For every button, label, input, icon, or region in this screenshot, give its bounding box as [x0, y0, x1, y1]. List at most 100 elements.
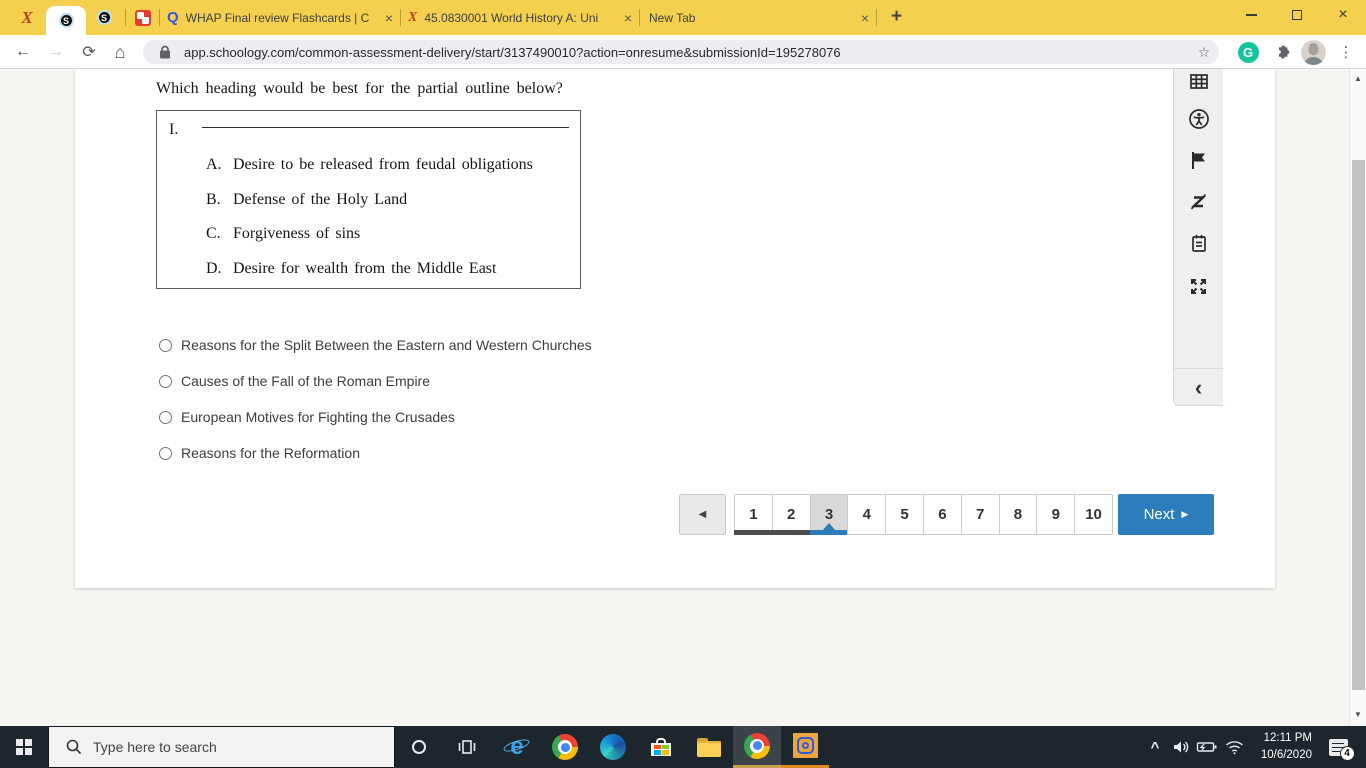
fullscreen-icon: [1191, 278, 1206, 294]
next-arrow-icon: ▶: [1181, 509, 1189, 519]
tray-expand-button[interactable]: ^: [1142, 726, 1168, 768]
scrollbar: ▲ ▼: [1349, 69, 1366, 726]
page-button-9[interactable]: 9: [1036, 494, 1076, 535]
outline-letter: C.: [206, 225, 221, 242]
flag-question-button[interactable]: [1174, 147, 1223, 173]
radio-button[interactable]: [159, 410, 172, 424]
chrome-menu-button[interactable]: ⋮: [1335, 39, 1357, 65]
choice-label: European Motives for Fighting the Crusad…: [181, 409, 455, 425]
page-button-2[interactable]: 2: [771, 494, 811, 535]
accessibility-button[interactable]: [1174, 106, 1223, 132]
tab-separator: [125, 9, 126, 26]
speaker-icon: [1174, 741, 1189, 753]
bookmark-star-icon[interactable]: ☆: [1189, 44, 1219, 61]
maximize-button[interactable]: [1274, 0, 1320, 30]
edge-button[interactable]: [589, 726, 637, 768]
back-button[interactable]: ←: [8, 35, 38, 69]
outline-blank-line: [202, 127, 569, 128]
pinned-tab-x[interactable]: X: [10, 0, 44, 35]
internet-explorer-button[interactable]: e: [493, 726, 541, 768]
pinned-tab-schoology-active[interactable]: S: [46, 6, 86, 35]
notification-center-button[interactable]: 4: [1318, 726, 1358, 768]
battery-button[interactable]: [1194, 726, 1220, 768]
chrome-active-button[interactable]: [733, 726, 781, 768]
cortana-button[interactable]: [395, 726, 443, 768]
scrollbar-thumb[interactable]: [1352, 160, 1365, 690]
file-explorer-icon: [697, 737, 721, 757]
start-button[interactable]: [0, 726, 48, 768]
grammarly-extension-button[interactable]: G: [1237, 39, 1259, 65]
notes-button[interactable]: [1174, 230, 1223, 256]
home-button[interactable]: ⌂: [105, 35, 135, 69]
answer-choice-3[interactable]: European Motives for Fighting the Crusad…: [159, 407, 455, 427]
volume-button[interactable]: [1168, 726, 1194, 768]
outline-item: B. Defense of the Holy Land: [206, 191, 407, 209]
notification-icon: 4: [1328, 738, 1355, 761]
minimize-icon: [1245, 14, 1257, 16]
taskbar-clock[interactable]: 12:11 PM 10/6/2020: [1261, 726, 1312, 768]
task-view-button[interactable]: [443, 726, 491, 768]
tab-separator: [639, 9, 640, 26]
page-button-7[interactable]: 7: [960, 494, 1000, 535]
microsoft-store-button[interactable]: [637, 726, 685, 768]
chrome-icon: [552, 734, 578, 760]
extensions-button[interactable]: [1269, 39, 1293, 65]
tab-world-history[interactable]: X 45.0830001 World History A: Uni ×: [408, 0, 634, 35]
x-logo-icon: X: [408, 9, 418, 25]
answer-choice-4[interactable]: Reasons for the Reformation: [159, 443, 360, 463]
file-explorer-button[interactable]: [685, 726, 733, 768]
close-button[interactable]: ×: [1320, 0, 1366, 30]
notes-icon: [1191, 235, 1206, 252]
wifi-icon: [1225, 740, 1243, 754]
tab-whap-flashcards[interactable]: Q WHAP Final review Flashcards | C ×: [167, 0, 395, 35]
collapse-panel-button[interactable]: ‹: [1174, 372, 1223, 404]
tab-close-icon[interactable]: ×: [383, 10, 395, 26]
x-logo-icon: X: [21, 7, 33, 27]
page-button-8[interactable]: 8: [998, 494, 1038, 535]
tab-close-icon[interactable]: ×: [622, 10, 634, 26]
answer-eliminator-button[interactable]: [1174, 188, 1223, 214]
page-button-6[interactable]: 6: [922, 494, 962, 535]
reload-button[interactable]: ⟳: [74, 35, 104, 69]
radio-button[interactable]: [159, 446, 172, 460]
kebab-menu-icon: ⋮: [1338, 44, 1354, 61]
schoology-icon: S: [96, 10, 112, 25]
address-bar[interactable]: app.schoology.com/common-assessment-deli…: [143, 40, 1219, 64]
question-card: Which heading would be best for the part…: [75, 69, 1275, 588]
page-button-4[interactable]: 4: [847, 494, 887, 535]
radio-button[interactable]: [159, 374, 172, 388]
answer-choice-2[interactable]: Causes of the Fall of the Roman Empire: [159, 371, 430, 391]
forward-button[interactable]: →: [41, 35, 71, 69]
search-input[interactable]: [93, 739, 343, 755]
camera-app-button[interactable]: [781, 726, 829, 768]
new-tab-button[interactable]: +: [891, 7, 902, 27]
radio-button[interactable]: [159, 338, 172, 352]
chrome-button[interactable]: [541, 726, 589, 768]
tab-new-tab[interactable]: New Tab ×: [649, 0, 871, 35]
profile-avatar[interactable]: [1300, 39, 1326, 65]
clock-time: 12:11 PM: [1263, 732, 1312, 745]
wifi-button[interactable]: [1220, 726, 1248, 768]
previous-page-button[interactable]: ◀: [679, 494, 726, 535]
pinned-tab-schoology[interactable]: S: [88, 0, 120, 35]
page-button-1[interactable]: 1: [734, 494, 773, 535]
outline-text: Desire for wealth from the Middle East: [233, 260, 497, 277]
scroll-up-icon[interactable]: ▲: [1350, 74, 1366, 83]
tab-close-icon[interactable]: ×: [859, 10, 871, 26]
answer-choice-1[interactable]: Reasons for the Split Between the Easter…: [159, 335, 592, 355]
page-button-10[interactable]: 10: [1074, 494, 1113, 535]
page-button-5[interactable]: 5: [885, 494, 924, 535]
red-app-icon: [135, 9, 151, 26]
pinned-tab-red-app[interactable]: [131, 0, 155, 35]
page-button-3-current[interactable]: 3: [809, 494, 849, 535]
accessibility-icon: [1188, 109, 1209, 129]
minimize-button[interactable]: [1228, 0, 1274, 30]
avatar: [1300, 39, 1326, 65]
question-grid-button[interactable]: [1174, 69, 1223, 95]
fullscreen-button[interactable]: [1174, 273, 1223, 299]
outline-letter: B.: [206, 191, 221, 208]
browser-tab-strip: X S S Q WHAP Final review Flashcards | C…: [0, 0, 1366, 35]
scroll-down-icon[interactable]: ▼: [1350, 710, 1366, 719]
taskbar-search[interactable]: [48, 726, 395, 768]
next-button[interactable]: Next ▶: [1117, 494, 1214, 535]
